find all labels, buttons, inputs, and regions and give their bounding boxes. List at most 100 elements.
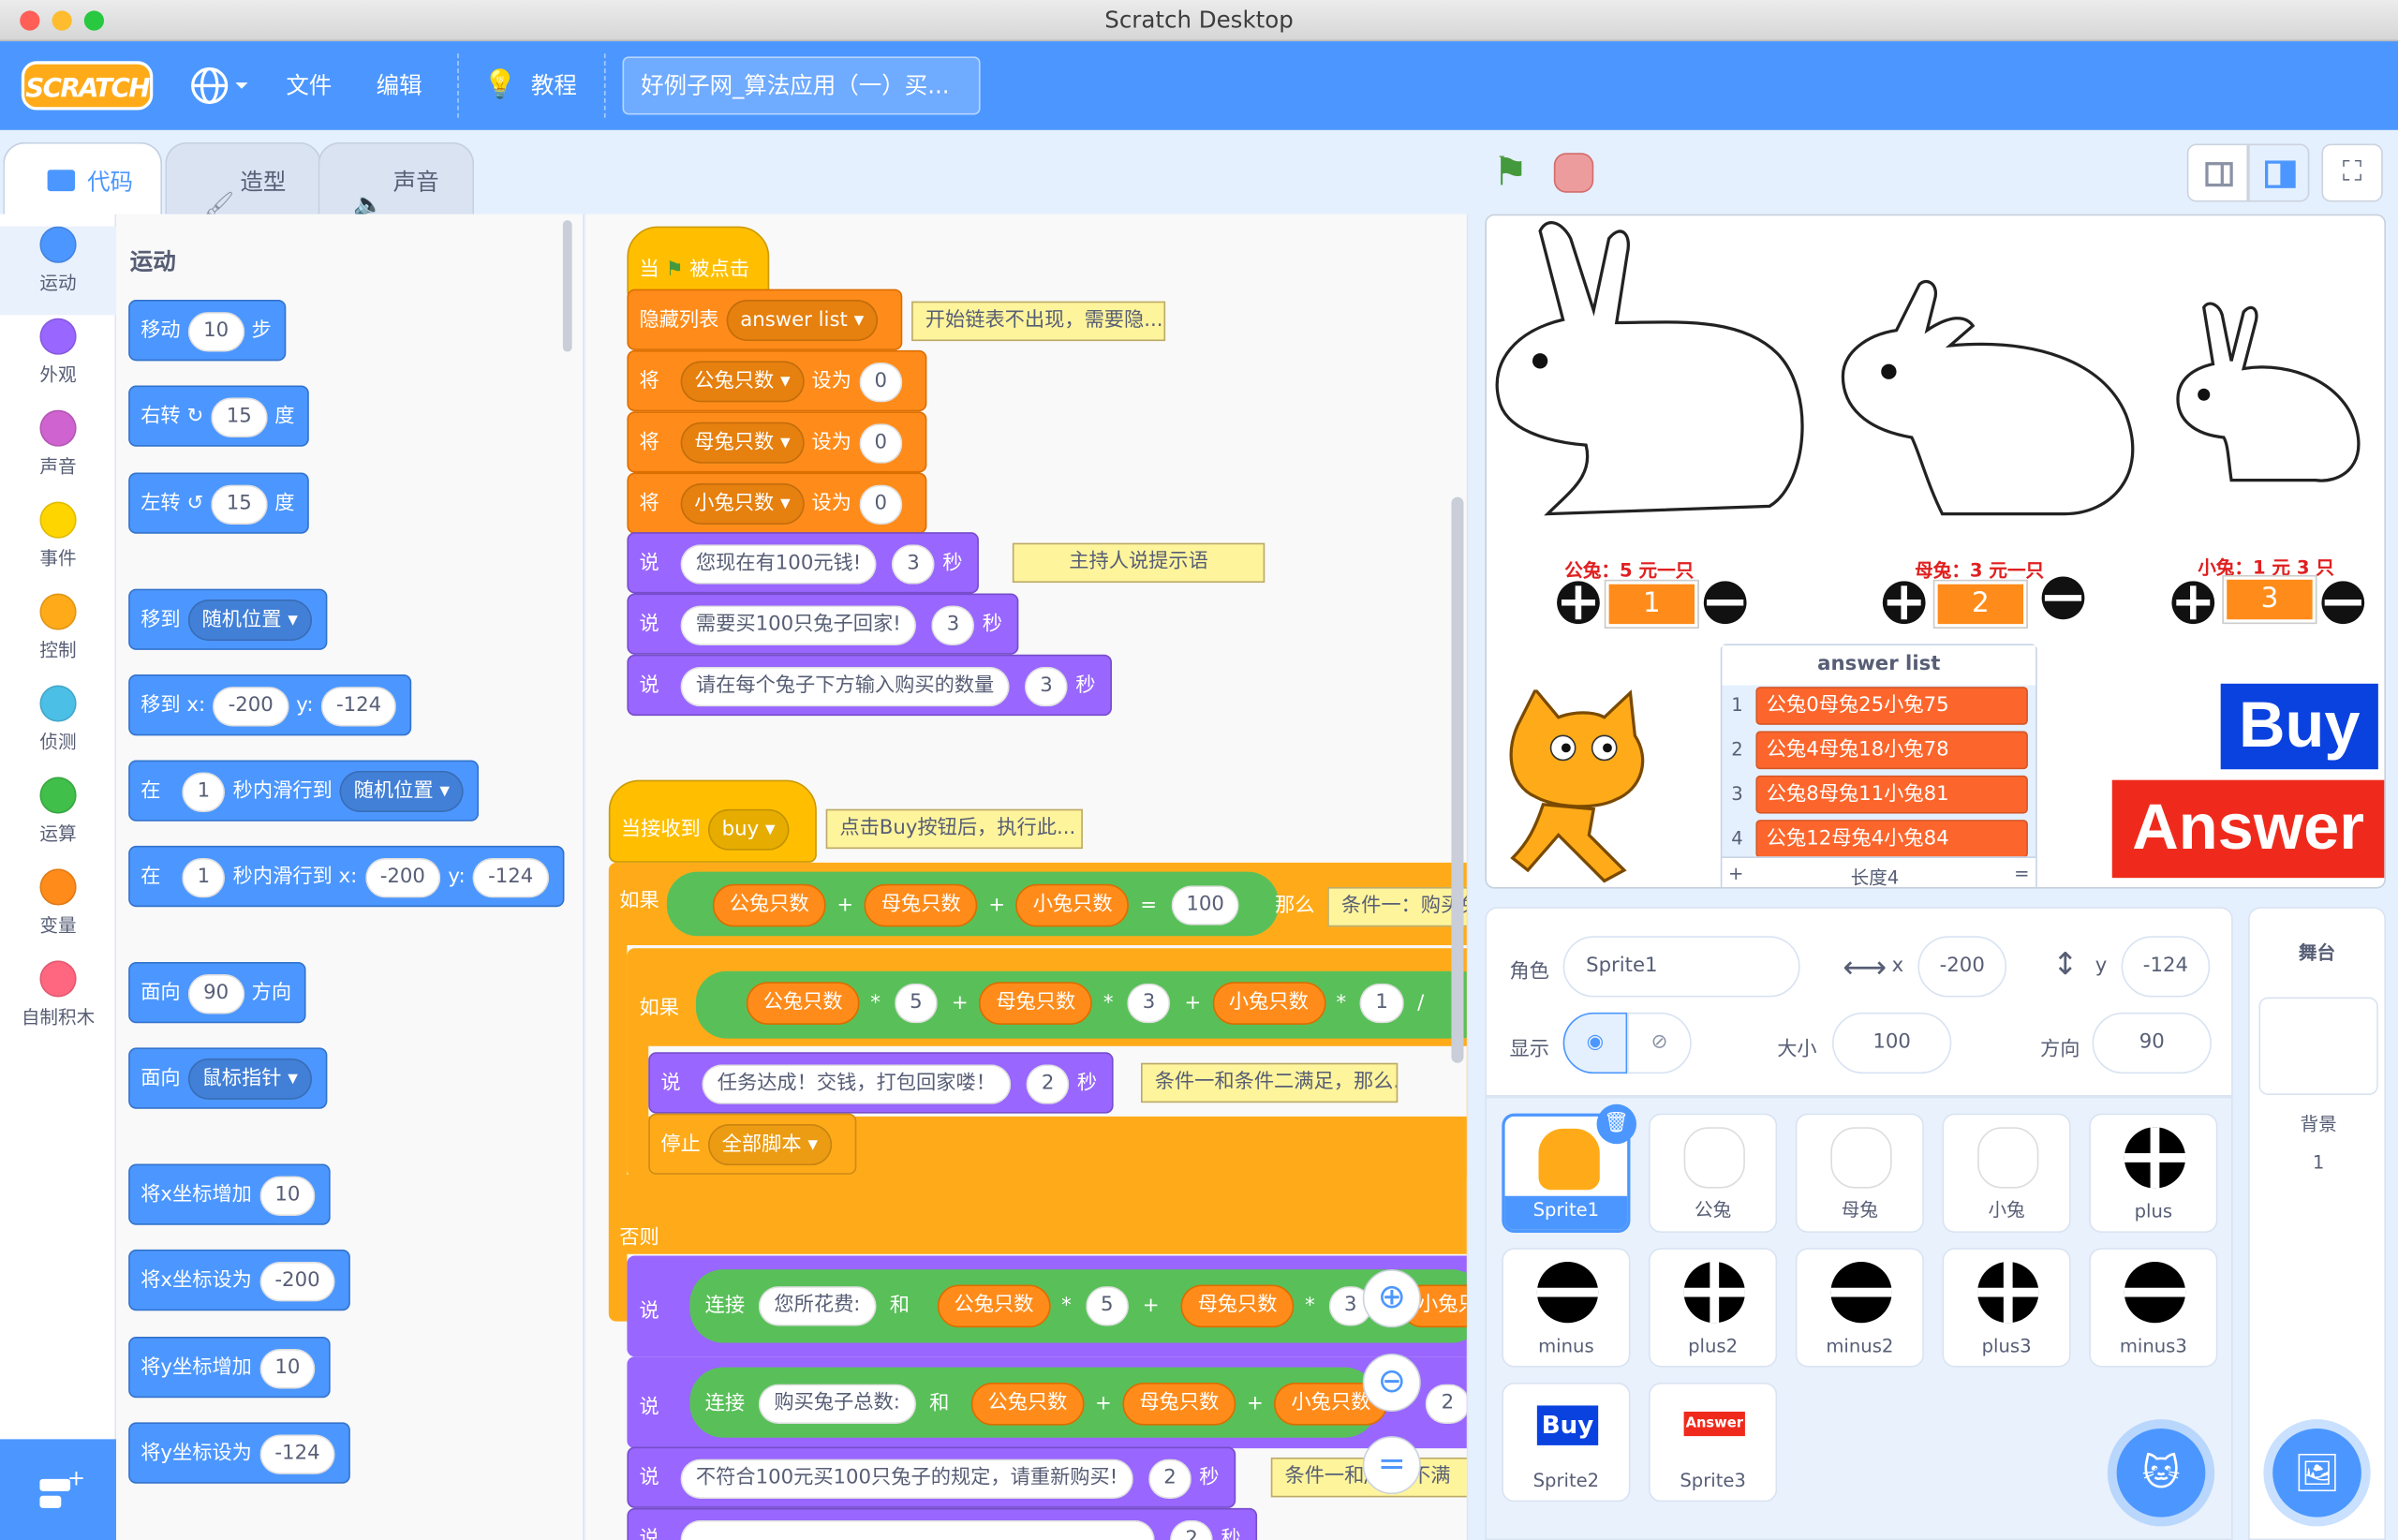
sprite-tile[interactable]: plus3 bbox=[1942, 1248, 2071, 1368]
x-input[interactable]: -200 bbox=[1917, 936, 2007, 998]
add-sprite-button[interactable]: 🐱 bbox=[2116, 1428, 2206, 1518]
comment[interactable]: 条件一和条件二满足，那么... bbox=[1140, 1062, 1399, 1103]
plus-button[interactable] bbox=[2171, 581, 2215, 625]
add-extension-button[interactable]: + bbox=[0, 1439, 117, 1540]
category-3[interactable]: 事件 bbox=[0, 501, 116, 570]
zoom-in-button[interactable]: ⊕ bbox=[1362, 1269, 1421, 1328]
say-for-secs-block[interactable]: 说您现在有100元钱! 3 秒 bbox=[627, 532, 980, 594]
hide-list-block[interactable]: 隐藏列表 answer list ▾ bbox=[627, 289, 903, 350]
message-input[interactable] bbox=[680, 1519, 1155, 1540]
var-reporter[interactable]: 公兔只数 bbox=[937, 1284, 1051, 1328]
zoom-out-button[interactable]: ⊖ bbox=[1362, 1353, 1421, 1412]
green-flag-button[interactable]: ⚑ bbox=[1493, 150, 1529, 196]
turn-right-block[interactable]: 右转 ↻ 15 度 bbox=[128, 385, 309, 447]
var-reporter[interactable]: 公兔只数 bbox=[712, 883, 826, 927]
sprite-tile[interactable]: minus2 bbox=[1795, 1248, 1924, 1368]
x-change-input[interactable]: 10 bbox=[259, 1175, 316, 1216]
point-direction-block[interactable]: 面向 90 方向 bbox=[128, 961, 305, 1024]
list-row[interactable]: 3 公兔8母兔11小兔81 bbox=[1722, 774, 2035, 818]
y-input[interactable]: -124 bbox=[2121, 936, 2211, 998]
degrees-input[interactable]: 15 bbox=[211, 483, 268, 525]
fullscreen-button[interactable]: ⛶ bbox=[2321, 143, 2383, 202]
hide-button[interactable]: ⊘ bbox=[1627, 1012, 1692, 1074]
message-input[interactable]: 不符合100元买100只兔子的规定，请重新购买! bbox=[680, 1458, 1133, 1499]
glide-block[interactable]: 在 1 秒内滑行到 随机位置 ▾ bbox=[128, 760, 480, 822]
var-reporter[interactable]: 母兔只数 bbox=[1180, 1284, 1295, 1328]
say-for-secs-block[interactable]: 说请在每个兔子下方输入购买的数量 3 秒 bbox=[627, 654, 1113, 717]
file-menu[interactable]: 文件 bbox=[286, 41, 332, 130]
list-add-button[interactable]: + bbox=[1728, 863, 1743, 884]
tutorials-menu[interactable]: 💡 教程 bbox=[483, 41, 577, 130]
tab-costumes[interactable]: 🖌 造型 bbox=[165, 141, 321, 218]
sprite-tile[interactable]: minus bbox=[1502, 1248, 1631, 1368]
goto-dropdown[interactable]: 随机位置 ▾ bbox=[187, 600, 312, 642]
minimize-window-button[interactable] bbox=[52, 10, 72, 31]
variable-dropdown[interactable]: 小兔只数 ▾ bbox=[680, 482, 805, 526]
var-reporter[interactable]: 公兔只数 bbox=[970, 1382, 1085, 1426]
zoom-window-button[interactable] bbox=[83, 10, 105, 31]
seconds-input[interactable]: 2 bbox=[1170, 1519, 1214, 1540]
goto-block[interactable]: 移到 随机位置 ▾ bbox=[128, 588, 327, 650]
text-input[interactable]: 您所花费: bbox=[759, 1286, 876, 1326]
category-1[interactable]: 外观 bbox=[0, 318, 116, 387]
y-input[interactable]: -124 bbox=[320, 686, 397, 726]
text-input[interactable]: 购买兔子总数: bbox=[759, 1384, 916, 1425]
scratch-logo[interactable]: SCRATCH bbox=[21, 61, 154, 111]
turn-left-block[interactable]: 左转 ↺ 15 度 bbox=[128, 472, 309, 534]
value-input[interactable]: 1 bbox=[1360, 983, 1404, 1024]
message-input[interactable]: 任务达成！交钱，打包回家喽！ bbox=[702, 1063, 1012, 1103]
language-menu[interactable] bbox=[189, 41, 250, 130]
sprite-tile[interactable]: 🗑 Sprite1 bbox=[1502, 1103, 1636, 1233]
seconds-input[interactable]: 2 bbox=[1026, 1063, 1070, 1103]
steps-input[interactable]: 10 bbox=[187, 311, 244, 351]
glide-dropdown[interactable]: 随机位置 ▾ bbox=[339, 770, 464, 812]
plus-button[interactable] bbox=[1882, 581, 1926, 625]
move-steps-block[interactable]: 移动 10 步 bbox=[128, 300, 286, 362]
set-x-block[interactable]: 将x坐标设为 -200 bbox=[128, 1249, 351, 1311]
tab-sounds[interactable]: 🔈 声音 bbox=[318, 141, 475, 218]
y-input[interactable]: -124 bbox=[472, 857, 549, 897]
seconds-input[interactable]: 2 bbox=[1426, 1384, 1467, 1425]
zoom-reset-button[interactable]: = bbox=[1362, 1436, 1421, 1495]
list-row[interactable]: 2 公兔4母兔18小兔78 bbox=[1722, 730, 2035, 774]
stop-block[interactable]: 停止 全部脚本 ▾ bbox=[648, 1113, 856, 1175]
minus-button[interactable] bbox=[2321, 581, 2365, 625]
direction-input[interactable]: 90 bbox=[187, 973, 244, 1014]
var-reporter[interactable]: 母兔只数 bbox=[979, 982, 1093, 1025]
stop-button[interactable] bbox=[1553, 153, 1594, 193]
x-set-input[interactable]: -200 bbox=[259, 1261, 335, 1301]
message-dropdown[interactable]: buy ▾ bbox=[707, 808, 790, 851]
set-variable-block[interactable]: 将母兔只数 ▾ 设为 0 bbox=[627, 411, 927, 473]
seconds-input[interactable]: 1 bbox=[182, 857, 226, 897]
category-4[interactable]: 控制 bbox=[0, 593, 116, 661]
set-variable-block[interactable]: 将公兔只数 ▾ 设为 0 bbox=[627, 349, 927, 412]
edit-menu[interactable]: 编辑 bbox=[377, 41, 422, 130]
sprite-tile[interactable]: Answer Sprite3 bbox=[1649, 1382, 1778, 1503]
category-0[interactable]: 运动 bbox=[0, 226, 117, 316]
sprite-tile[interactable]: plus2 bbox=[1649, 1248, 1778, 1368]
var-reporter[interactable]: 母兔只数 bbox=[864, 883, 978, 927]
sprite-tile[interactable]: 公兔 bbox=[1649, 1113, 1778, 1233]
category-6[interactable]: 运算 bbox=[0, 777, 116, 845]
sprite-tile[interactable]: Buy Sprite2 bbox=[1502, 1382, 1631, 1503]
minus-button[interactable] bbox=[2041, 576, 2085, 620]
plus-button[interactable] bbox=[1557, 581, 1600, 625]
seconds-input[interactable]: 1 bbox=[182, 771, 226, 812]
palette-scrollbar[interactable] bbox=[562, 220, 572, 352]
seconds-input[interactable]: 3 bbox=[931, 604, 975, 645]
when-receive-hat[interactable]: 当接收到 buy ▾ bbox=[608, 779, 817, 863]
goto-xy-block[interactable]: 移到 x: -200 y: -124 bbox=[128, 674, 412, 736]
change-x-block[interactable]: 将x坐标增加 10 bbox=[128, 1163, 332, 1225]
list-resize-handle[interactable]: = bbox=[2014, 863, 2029, 884]
stage-thumbnail[interactable] bbox=[2258, 997, 2378, 1096]
value-input[interactable]: 0 bbox=[859, 422, 903, 463]
degrees-input[interactable]: 15 bbox=[211, 396, 268, 437]
x-input[interactable]: -200 bbox=[213, 686, 289, 726]
category-7[interactable]: 变量 bbox=[0, 868, 116, 937]
close-window-button[interactable] bbox=[20, 10, 40, 31]
y-change-input[interactable]: 10 bbox=[259, 1348, 316, 1388]
script-area[interactable]: 当 ⚑ 被点击 隐藏列表 answer list ▾ 开始链表不出现，需要隐...… bbox=[585, 214, 1469, 1540]
list-dropdown[interactable]: answer list ▾ bbox=[726, 300, 878, 342]
seconds-input[interactable]: 3 bbox=[891, 543, 936, 584]
say-for-secs-block[interactable]: 说不符合100元买100只兔子的规定，请重新购买! 2 秒 bbox=[627, 1446, 1236, 1508]
